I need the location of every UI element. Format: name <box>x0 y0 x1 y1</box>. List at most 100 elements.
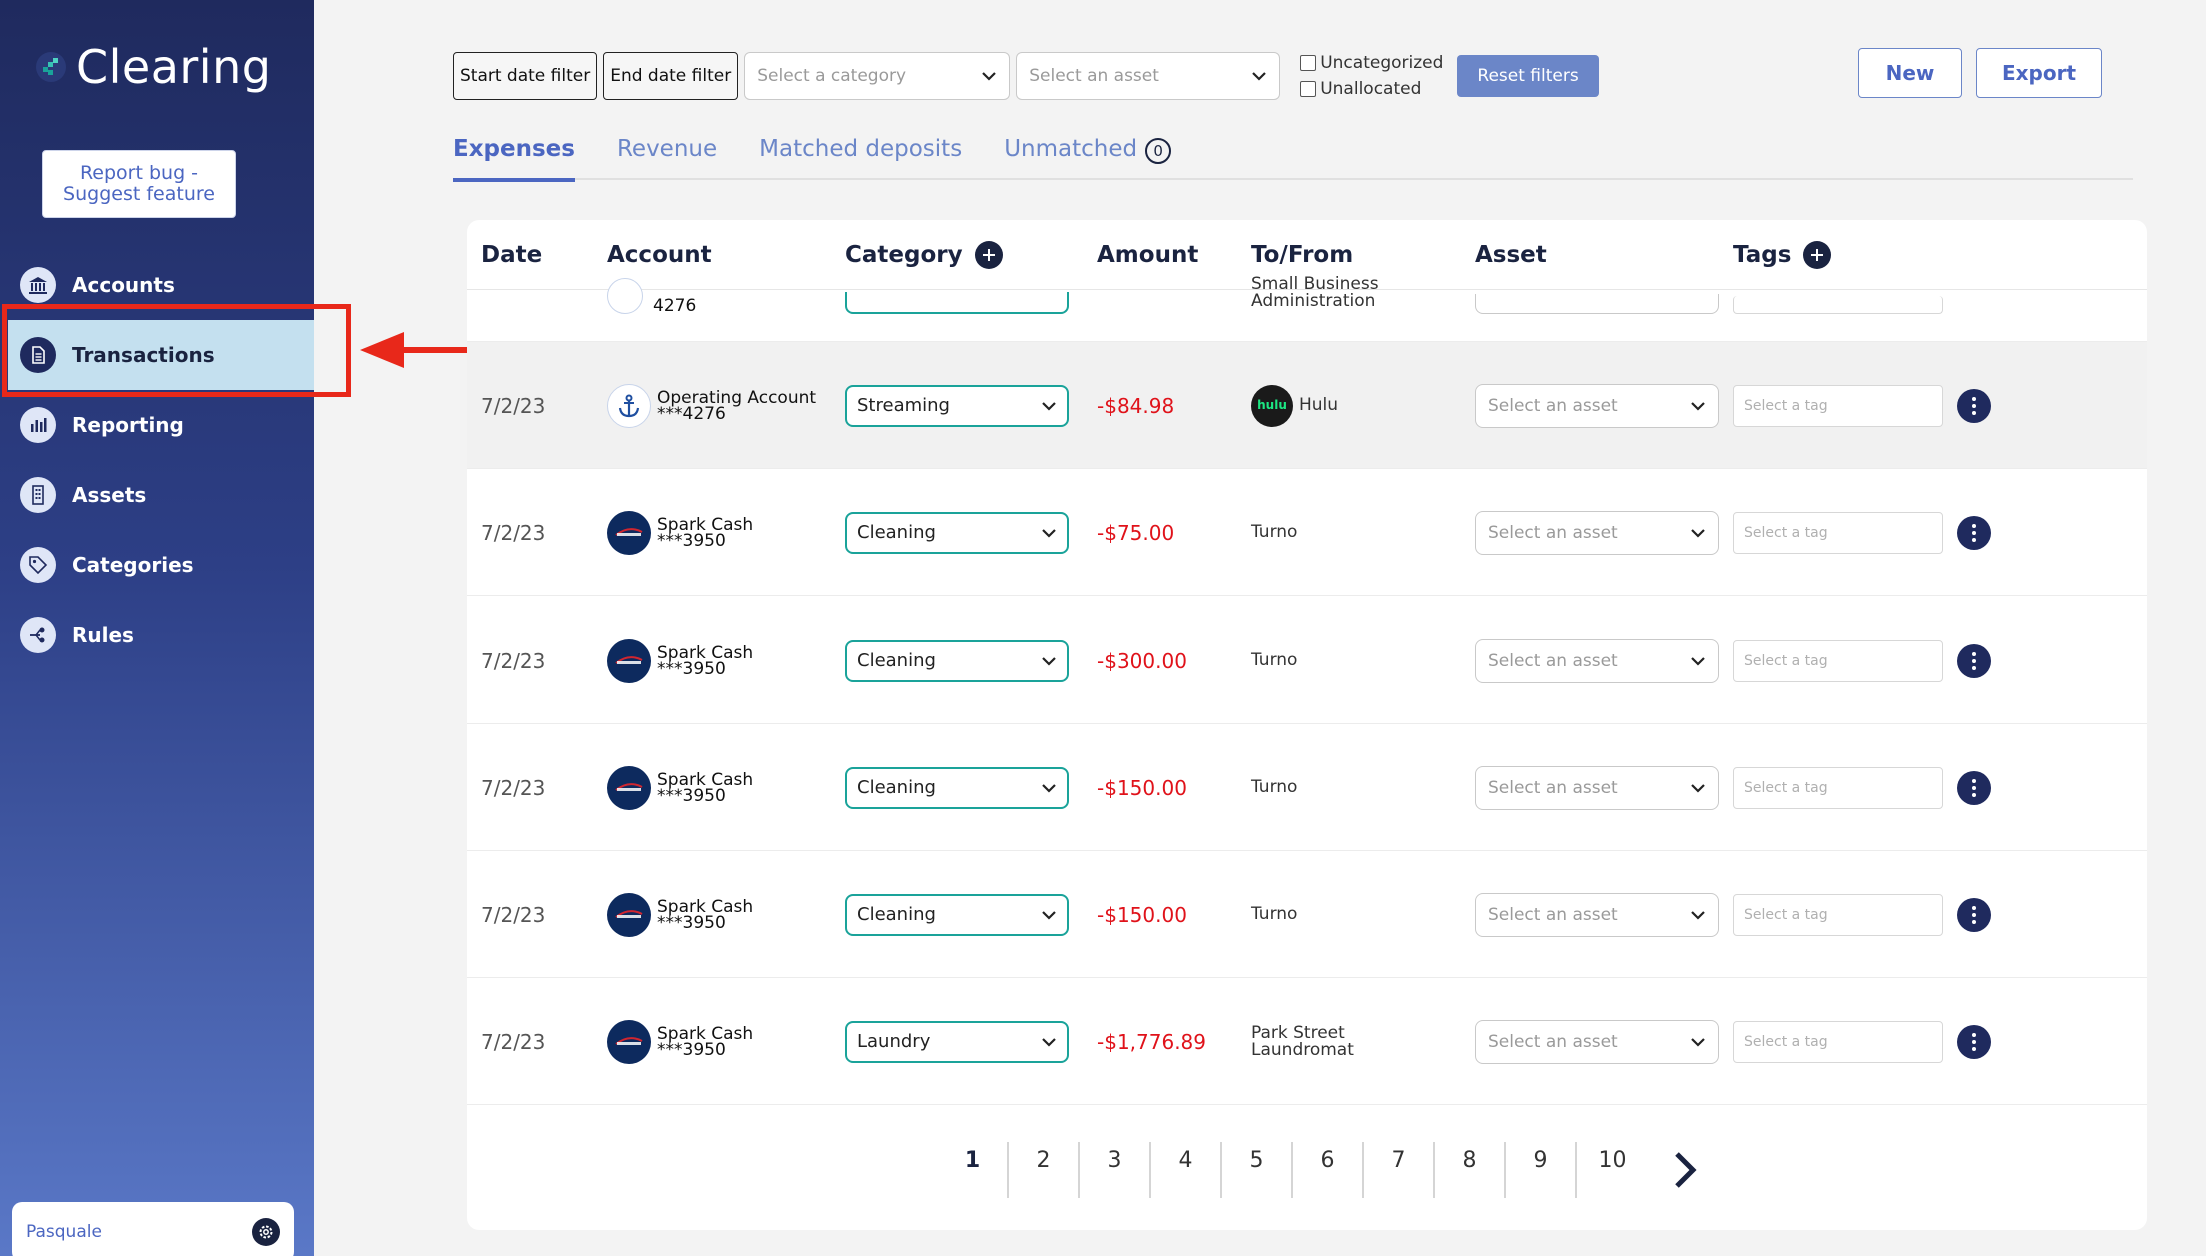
table-row[interactable]: 7/2/23 Spark Cash ***3950 Cleaning -$75.… <box>467 469 2147 596</box>
bar-chart-icon <box>20 407 56 443</box>
tab-unmatched[interactable]: Unmatched 0 <box>1004 136 1172 180</box>
tag-input[interactable]: Select a tag <box>1733 384 1943 427</box>
more-options-icon[interactable] <box>1957 388 1991 423</box>
page-number[interactable]: 2 <box>1009 1142 1080 1198</box>
partial-category <box>845 226 1069 314</box>
new-button[interactable]: New <box>1858 48 1962 98</box>
table-row[interactable]: 7/2/23 Spark Cash ***3950 Cleaning -$300… <box>467 597 2147 724</box>
tag-input[interactable]: Select a tag <box>1733 639 1943 682</box>
app-logo[interactable]: Clearing <box>34 40 271 94</box>
tofrom-name: Turno <box>1251 522 1298 542</box>
category-select[interactable]: Cleaning <box>845 766 1069 809</box>
unallocated-label: Unallocated <box>1320 79 1422 99</box>
page-number[interactable]: 10 <box>1577 1142 1648 1198</box>
page-number[interactable]: 1 <box>938 1142 1009 1198</box>
sidebar-item-label: Accounts <box>72 273 175 297</box>
tag-input[interactable]: Select a tag <box>1733 1020 1943 1063</box>
pagination: 1 2 3 4 5 6 7 8 9 10 <box>938 1142 1700 1198</box>
row-tags: Select a tag <box>1733 597 1943 724</box>
tab-matched-deposits[interactable]: Matched deposits <box>759 136 962 180</box>
row-category: Cleaning <box>845 597 1069 724</box>
tag-input[interactable]: Select a tag <box>1733 766 1943 809</box>
asset-select[interactable]: Select an asset <box>1475 638 1719 683</box>
tag-input[interactable]: Select a tag <box>1733 511 1943 554</box>
asset-select[interactable]: Select an asset <box>1475 383 1719 428</box>
tab-expenses[interactable]: Expenses <box>453 136 575 182</box>
asset-select[interactable]: Select an asset <box>1475 1019 1719 1064</box>
page-number[interactable]: 7 <box>1364 1142 1435 1198</box>
page-number[interactable]: 8 <box>1435 1142 1506 1198</box>
account-number: ***3950 <box>657 1039 726 1060</box>
partial-account: 4276 <box>607 226 696 315</box>
user-menu[interactable]: Pasquale <box>12 1202 294 1256</box>
more-options-icon[interactable] <box>1957 515 1991 550</box>
partial-tag <box>1733 226 1943 314</box>
sidebar-item-assets[interactable]: Assets <box>0 460 314 530</box>
category-select[interactable]: Cleaning <box>845 511 1069 554</box>
table-row[interactable]: 7/2/23 Spark Cash ***3950 Cleaning -$150… <box>467 851 2147 978</box>
anchor-icon <box>607 383 651 428</box>
page-number[interactable]: 3 <box>1080 1142 1151 1198</box>
checkbox-box[interactable] <box>1300 81 1317 97</box>
category-select[interactable] <box>845 292 1069 314</box>
more-options-icon[interactable] <box>1957 1024 1991 1059</box>
building-icon <box>20 477 56 513</box>
gear-icon[interactable] <box>252 1218 280 1246</box>
chevron-down-icon <box>1042 656 1056 666</box>
category-select[interactable]: Laundry <box>845 1020 1069 1063</box>
account-number: ***3950 <box>657 912 726 933</box>
chevron-down-icon <box>1691 783 1705 793</box>
asset-filter-select[interactable]: Select an asset <box>1016 52 1281 100</box>
table-row[interactable]: 7/2/23 Spark Cash ***3950 Laundry -$1,77… <box>467 978 2147 1105</box>
report-bug-button[interactable]: Report bug - Suggest feature <box>42 150 236 218</box>
table-row[interactable]: 7/2/23 Spark Cash ***3950 Cleaning -$150… <box>467 724 2147 851</box>
asset-placeholder: Select an asset <box>1488 904 1618 925</box>
more-options-icon[interactable] <box>1957 643 1991 678</box>
sidebar-item-rules[interactable]: Rules <box>0 600 314 670</box>
page-number[interactable]: 5 <box>1222 1142 1293 1198</box>
tofrom-name: Turno <box>1251 650 1298 670</box>
capital-one-logo-icon <box>607 892 651 937</box>
more-options-icon[interactable] <box>1957 897 1991 932</box>
unallocated-checkbox[interactable]: Unallocated <box>1300 79 1443 99</box>
tab-revenue[interactable]: Revenue <box>617 136 717 180</box>
page-number[interactable]: 6 <box>1293 1142 1364 1198</box>
export-button[interactable]: Export <box>1976 48 2102 98</box>
row-asset: Select an asset <box>1475 469 1719 596</box>
checkbox-box[interactable] <box>1300 55 1317 71</box>
tab-unmatched-label: Unmatched <box>1004 136 1138 162</box>
uncategorized-checkbox[interactable]: Uncategorized <box>1300 53 1443 73</box>
table-row-partial[interactable]: 4276 Small Business Administration <box>467 226 2147 342</box>
row-category: Streaming <box>845 342 1069 469</box>
sidebar-item-reporting[interactable]: Reporting <box>0 390 314 460</box>
account-number: ***3950 <box>657 658 726 679</box>
sidebar-item-label: Categories <box>72 553 194 577</box>
asset-filter-placeholder: Select an asset <box>1029 66 1159 86</box>
more-options-icon[interactable] <box>1957 770 1991 805</box>
row-account: Operating Account ***4276 <box>607 342 816 469</box>
category-filter-select[interactable]: Select a category <box>744 52 1011 100</box>
row-amount: -$300.00 <box>1097 648 1187 673</box>
table-row[interactable]: 7/2/23 Operating Account ***4276 Streami… <box>467 342 2147 469</box>
category-select[interactable]: Cleaning <box>845 639 1069 682</box>
page-number[interactable]: 4 <box>1151 1142 1222 1198</box>
anchor-icon <box>607 278 643 314</box>
start-date-filter-button[interactable]: Start date filter <box>453 52 598 100</box>
row-account: Spark Cash ***3950 <box>607 597 753 724</box>
asset-select[interactable]: Select an asset <box>1475 892 1719 937</box>
category-select[interactable]: Streaming <box>845 384 1069 427</box>
end-date-filter-button[interactable]: End date filter <box>603 52 739 100</box>
tag-input[interactable] <box>1733 296 1943 314</box>
page-number[interactable]: 9 <box>1506 1142 1577 1198</box>
tag-input[interactable]: Select a tag <box>1733 893 1943 936</box>
row-asset: Select an asset <box>1475 851 1719 978</box>
asset-select[interactable] <box>1475 294 1719 314</box>
category-select[interactable]: Cleaning <box>845 893 1069 936</box>
partial-asset <box>1475 226 1719 314</box>
asset-select[interactable]: Select an asset <box>1475 510 1719 555</box>
asset-select[interactable]: Select an asset <box>1475 765 1719 810</box>
sidebar-item-categories[interactable]: Categories <box>0 530 314 600</box>
next-page-icon[interactable] <box>1670 1150 1700 1190</box>
reset-filters-button[interactable]: Reset filters <box>1457 55 1599 97</box>
row-amount: -$150.00 <box>1097 902 1187 927</box>
